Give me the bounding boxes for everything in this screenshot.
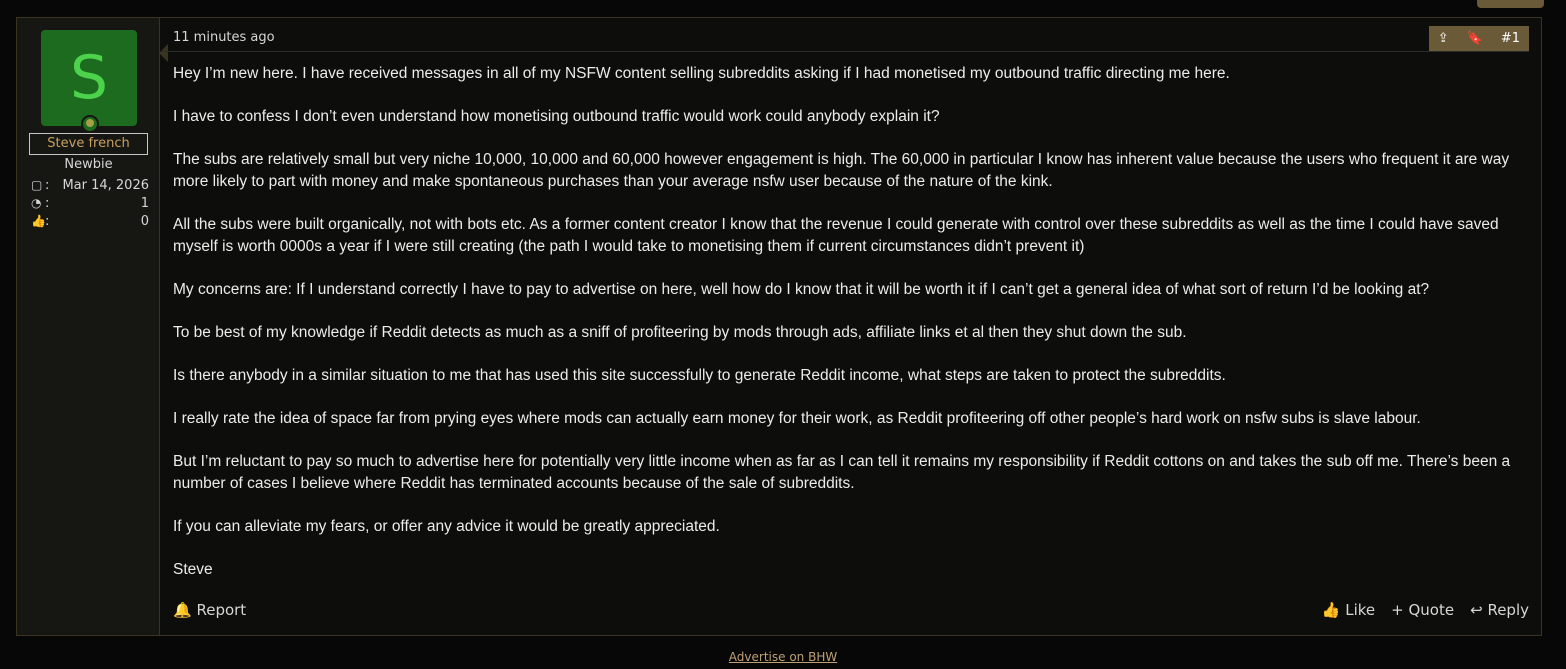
post-paragraph: If you can alleviate my fears, or offer … (173, 518, 720, 535)
divider (161, 51, 1529, 52)
post-footer-actions: 👍 Like + Quote ↩ Reply (1322, 601, 1529, 619)
post-paragraph: I really rate the idea of space far from… (173, 410, 1421, 427)
plus-icon: + (1391, 601, 1404, 619)
forum-post: S Steve french Newbie ▢ : Mar 14, 2026 ◔… (16, 17, 1542, 636)
avatar[interactable]: S (41, 30, 137, 126)
post-paragraph: Is there anybody in a similar situation … (173, 367, 1226, 384)
stat-reactions: 👍 : 0 (31, 214, 149, 229)
stat-joined-value: Mar 14, 2026 (62, 178, 149, 193)
post-paragraph: I have to confess I don’t even understan… (173, 108, 940, 125)
post-content: 11 minutes ago ⇪ 🔖 #1 Hey I’m new here. … (161, 18, 1541, 635)
username[interactable]: Steve french (29, 133, 148, 155)
share-icon[interactable]: ⇪ (1429, 31, 1458, 46)
reply-icon: ↩ (1470, 601, 1483, 619)
stat-messages-value: 1 (140, 196, 149, 211)
post-paragraph: My concerns are: If I understand correct… (173, 281, 1430, 298)
post-time[interactable]: 11 minutes ago (173, 30, 275, 45)
bell-icon: 🔔 (173, 601, 192, 619)
advertise-link[interactable]: Advertise on BHW (0, 650, 1566, 664)
post-footer: 🔔 Report 👍 Like + Quote ↩ Reply (173, 601, 1529, 621)
post-actions-top: ⇪ 🔖 #1 (1428, 26, 1529, 51)
thumbs-up-icon: 👍 (1321, 601, 1341, 619)
stat-messages: ◔ : 1 (31, 196, 149, 211)
user-sidebar: S Steve french Newbie ▢ : Mar 14, 2026 ◔… (17, 18, 168, 635)
reply-button[interactable]: ↩ Reply (1470, 601, 1529, 619)
stat-joined: ▢ : Mar 14, 2026 (31, 178, 149, 193)
post-paragraph: The subs are relatively small but very n… (173, 151, 1510, 190)
post-number[interactable]: #1 (1492, 31, 1529, 46)
stat-reactions-value: 0 (140, 214, 149, 229)
post-paragraph: But I’m reluctant to pay so much to adve… (173, 453, 1511, 492)
quote-button[interactable]: + Quote (1391, 601, 1454, 619)
post-signature: Steve (173, 561, 213, 578)
post-body: Hey I’m new here. I have received messag… (173, 63, 1527, 602)
user-title: Newbie (64, 157, 113, 172)
report-button[interactable]: 🔔 Report (173, 601, 246, 619)
post-paragraph: To be best of my knowledge if Reddit det… (173, 324, 1187, 341)
post-paragraph: All the subs were built organically, not… (173, 216, 1499, 255)
online-status-icon (81, 115, 99, 133)
post-paragraph: Hey I’m new here. I have received messag… (173, 65, 1230, 82)
top-tab[interactable] (1477, 0, 1544, 8)
like-button[interactable]: 👍 Like (1322, 601, 1375, 619)
bookmark-icon[interactable]: 🔖 (1458, 31, 1492, 46)
